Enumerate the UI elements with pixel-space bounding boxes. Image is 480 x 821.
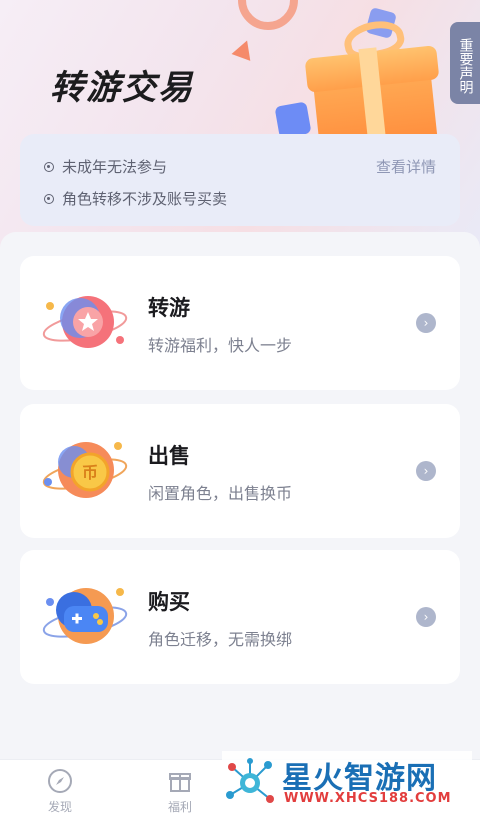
tab-label: 福利: [167, 800, 192, 814]
ring-decoration: [238, 0, 298, 30]
tab-welfare[interactable]: 福利: [145, 768, 215, 815]
gamepad-planet-icon: [42, 588, 128, 644]
compass-icon: [48, 769, 72, 793]
cube-decoration: [274, 101, 312, 139]
network-logo-icon: [226, 758, 274, 803]
bullet-icon: [44, 161, 54, 172]
tab-label: 发现: [47, 800, 72, 814]
page-title: 转游交易: [50, 68, 194, 108]
important-notice-button[interactable]: 重要声明: [450, 22, 480, 104]
option-subtitle: 转游福利，快人一步: [148, 336, 293, 355]
bullet-icon: [44, 193, 54, 204]
rule-item: 未成年无法参与: [44, 156, 167, 177]
view-details-link[interactable]: 查看详情: [376, 156, 436, 177]
chevron-right-icon: ›: [416, 461, 436, 481]
rule-text: 角色转移不涉及账号买卖: [62, 190, 228, 208]
option-title: 出售: [148, 444, 190, 468]
options-panel: 转游 转游福利，快人一步 › 币 出售 闲置角色，出售换币 › 购买 角色迁移，…: [0, 232, 480, 762]
chevron-right-icon: ›: [416, 607, 436, 627]
option-subtitle: 闲置角色，出售换币: [148, 484, 293, 503]
option-title: 购买: [148, 590, 190, 614]
star-planet-icon: [42, 296, 128, 348]
rule-item: 角色转移不涉及账号买卖: [44, 188, 227, 209]
option-subtitle: 角色迁移，无需换绑: [148, 630, 293, 649]
option-card-sell[interactable]: 币 出售 闲置角色，出售换币 ›: [20, 404, 460, 538]
watermark-url: WWW.XHCS188.COM: [284, 791, 452, 806]
tab-discover[interactable]: 发现: [25, 768, 95, 815]
bottom-tab-bar: 发现 福利 星火智游网 WWW.XHCS188.COM: [0, 751, 480, 821]
chevron-right-icon: ›: [416, 313, 436, 333]
gift-icon: [169, 773, 191, 792]
rules-card: 未成年无法参与 角色转移不涉及账号买卖 查看详情: [20, 134, 460, 226]
option-card-transfer[interactable]: 转游 转游福利，快人一步 ›: [20, 256, 460, 390]
triangle-decoration: [231, 37, 257, 61]
option-card-buy[interactable]: 购买 角色迁移，无需换绑 ›: [20, 550, 460, 684]
svg-text:币: 币: [82, 463, 98, 482]
watermark: 星火智游网 WWW.XHCS188.COM: [222, 751, 472, 813]
rule-text: 未成年无法参与: [62, 158, 168, 176]
option-title: 转游: [148, 296, 190, 320]
coin-planet-icon: 币: [42, 442, 128, 498]
